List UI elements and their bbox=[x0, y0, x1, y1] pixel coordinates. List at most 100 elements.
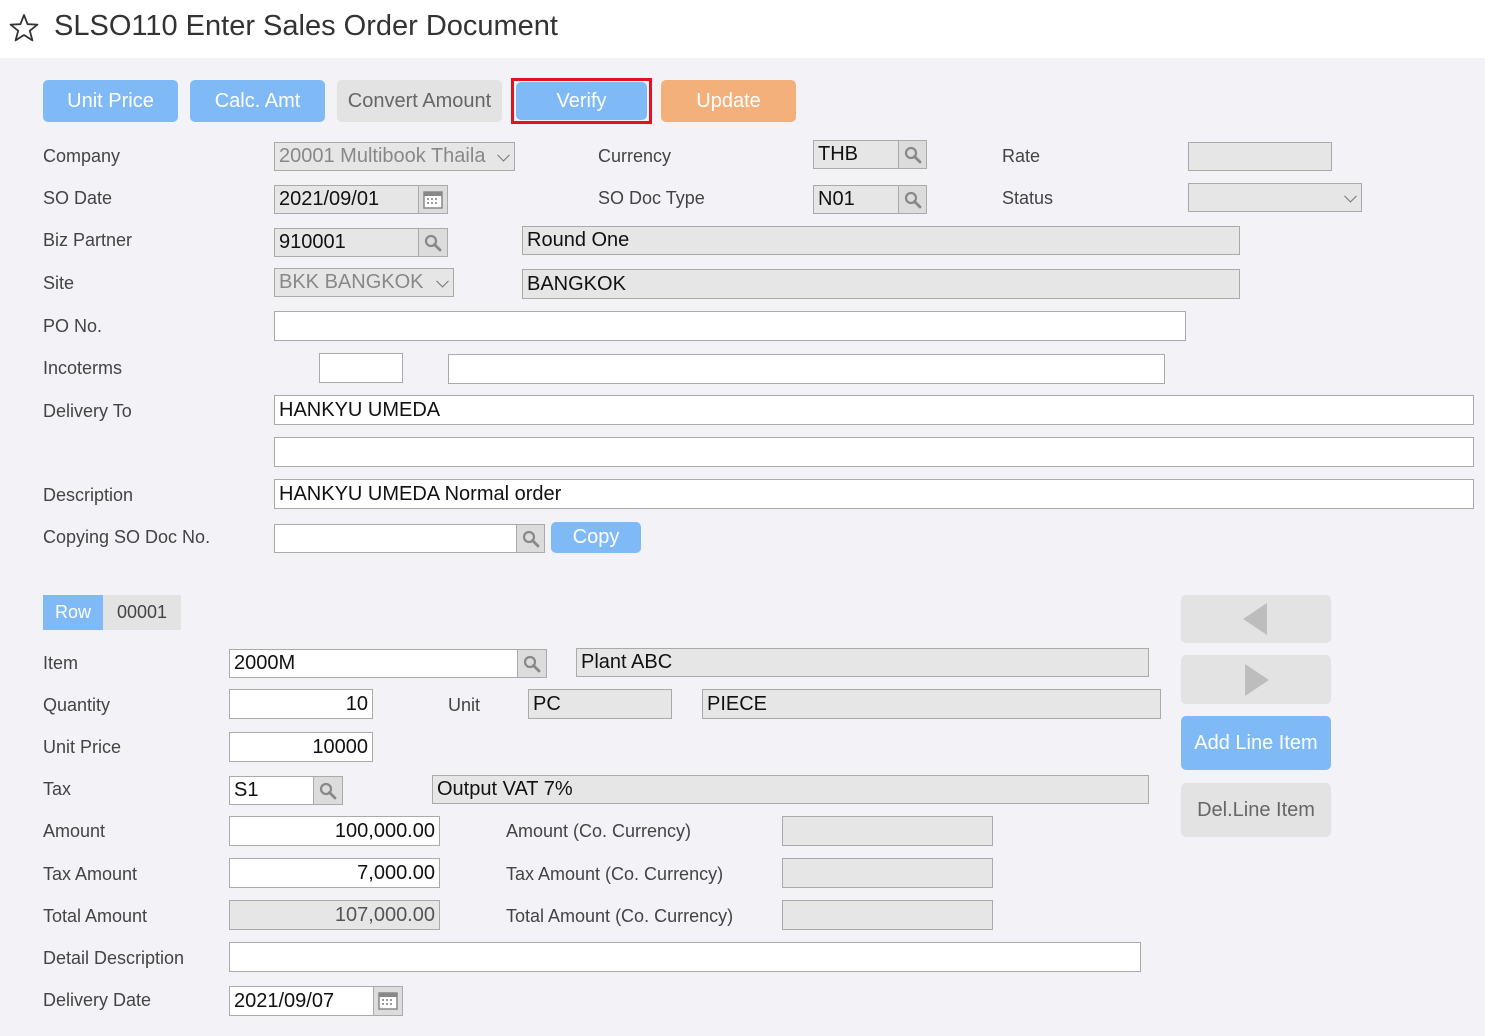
rate-field bbox=[1188, 142, 1332, 171]
quantity-value: 10 bbox=[345, 692, 368, 715]
calendar-icon bbox=[423, 190, 443, 209]
convert-amount-button[interactable]: Convert Amount bbox=[337, 80, 502, 122]
total-amount-co-currency-field bbox=[782, 900, 993, 930]
item-code-value: 2000M bbox=[234, 652, 296, 674]
page-title: SLSO110 Enter Sales Order Document bbox=[54, 10, 558, 42]
row-number: 00001 bbox=[103, 595, 181, 630]
company-select[interactable]: 20001 Multibook Thaila bbox=[274, 142, 515, 171]
previous-row-button[interactable] bbox=[1181, 595, 1331, 643]
total-amount-value: 107,000.00 bbox=[334, 903, 435, 926]
tax-name-value: Output VAT 7% bbox=[437, 778, 573, 800]
copying-so-doc-search-button[interactable] bbox=[516, 524, 545, 553]
tax-name-field: Output VAT 7% bbox=[432, 775, 1149, 804]
unit-code-field: PC bbox=[528, 689, 672, 719]
del-line-item-button[interactable]: Del.Line Item bbox=[1181, 783, 1331, 837]
unit-label: Unit bbox=[448, 695, 481, 715]
amount-co-currency-field bbox=[782, 816, 993, 846]
tax-amount-value: 7,000.00 bbox=[357, 861, 435, 884]
search-icon bbox=[523, 655, 541, 672]
description-input[interactable]: HANKYU UMEDA Normal order bbox=[274, 479, 1474, 509]
currency-search-button[interactable] bbox=[898, 140, 927, 169]
amount-value: 100,000.00 bbox=[334, 819, 435, 842]
tax-code-input[interactable]: S1 bbox=[229, 776, 314, 805]
chevron-down-icon bbox=[497, 148, 510, 162]
po-no-input[interactable] bbox=[274, 311, 1186, 341]
so-date-calendar-button[interactable] bbox=[418, 185, 448, 214]
row-label: Row bbox=[43, 595, 103, 630]
delivery-to-input-1[interactable]: HANKYU UMEDA bbox=[274, 395, 1474, 425]
triangle-left-icon bbox=[1243, 603, 1267, 635]
detail-description-input[interactable] bbox=[229, 942, 1141, 972]
amount-label: Amount bbox=[43, 821, 106, 841]
incoterms-label: Incoterms bbox=[43, 358, 123, 378]
biz-partner-label: Biz Partner bbox=[43, 230, 133, 250]
item-code-input[interactable]: 2000M bbox=[229, 649, 518, 678]
favorite-star-icon[interactable] bbox=[8, 12, 40, 44]
delivery-date-label: Delivery Date bbox=[43, 990, 152, 1010]
search-icon bbox=[904, 146, 921, 163]
calendar-icon bbox=[378, 992, 398, 1010]
delivery-date-calendar-button[interactable] bbox=[373, 986, 403, 1016]
biz-partner-search-button[interactable] bbox=[418, 228, 448, 257]
unit-price-button[interactable]: Unit Price bbox=[43, 80, 178, 122]
so-doc-type-field-value: N01 bbox=[818, 188, 855, 210]
delivery-to-input-2[interactable] bbox=[274, 437, 1474, 467]
so-date-field[interactable]: 2021/09/01 bbox=[274, 185, 419, 214]
site-select[interactable]: BKK BANGKOK bbox=[274, 268, 454, 297]
so-doc-type-field[interactable]: N01 bbox=[813, 185, 899, 214]
delivery-date-input[interactable]: 2021/09/07 bbox=[229, 986, 374, 1016]
biz-partner-code-field[interactable]: 910001 bbox=[274, 228, 419, 257]
detail-description-label: Detail Description bbox=[43, 948, 185, 968]
currency-field-value: THB bbox=[818, 143, 858, 165]
so-date-field-value: 2021/09/01 bbox=[279, 188, 380, 210]
incoterms-code-input[interactable] bbox=[319, 353, 403, 383]
quantity-label: Quantity bbox=[43, 695, 111, 715]
item-name-value: Plant ABC bbox=[581, 651, 673, 673]
description-label: Description bbox=[43, 485, 134, 505]
site-name-value: BANGKOK bbox=[527, 272, 626, 295]
delivery-to-label: Delivery To bbox=[43, 401, 132, 421]
currency-label: Currency bbox=[598, 146, 672, 166]
next-row-button[interactable] bbox=[1181, 655, 1331, 704]
status-label: Status bbox=[1002, 188, 1054, 208]
amount-co-currency-label: Amount (Co. Currency) bbox=[506, 821, 692, 841]
so-doc-type-label: SO Doc Type bbox=[598, 188, 705, 208]
add-line-item-button[interactable]: Add Line Item bbox=[1181, 716, 1331, 770]
copying-so-doc-label: Copying SO Doc No. bbox=[43, 527, 211, 547]
biz-partner-name-field: Round One bbox=[522, 226, 1240, 255]
copying-so-doc-input[interactable] bbox=[274, 524, 517, 553]
unit-price-value: 10000 bbox=[312, 735, 368, 758]
unit-name-value: PIECE bbox=[707, 692, 768, 715]
calc-amt-button[interactable]: Calc. Amt bbox=[190, 80, 325, 122]
item-search-button[interactable] bbox=[517, 649, 547, 678]
amount-input[interactable]: 100,000.00 bbox=[229, 816, 440, 846]
site-label: Site bbox=[43, 273, 75, 293]
site-select-value: BKK BANGKOK bbox=[279, 271, 424, 293]
po-no-label: PO No. bbox=[43, 316, 103, 336]
quantity-input[interactable]: 10 bbox=[229, 689, 373, 719]
update-button[interactable]: Update bbox=[661, 80, 796, 122]
unit-code-value: PC bbox=[533, 692, 561, 715]
chevron-down-icon bbox=[436, 274, 449, 288]
tax-amount-label: Tax Amount bbox=[43, 864, 138, 884]
tax-amount-input[interactable]: 7,000.00 bbox=[229, 858, 440, 888]
search-icon bbox=[319, 782, 337, 799]
site-name-field: BANGKOK bbox=[522, 269, 1240, 299]
incoterms-desc-input[interactable] bbox=[448, 354, 1165, 384]
verify-button[interactable]: Verify bbox=[516, 82, 647, 120]
total-amount-label: Total Amount bbox=[43, 906, 148, 926]
tax-amount-co-currency-field bbox=[782, 858, 993, 888]
status-select[interactable] bbox=[1188, 183, 1362, 212]
unit-price-input[interactable]: 10000 bbox=[229, 732, 373, 762]
tax-search-button[interactable] bbox=[313, 776, 343, 805]
search-icon bbox=[904, 191, 921, 208]
search-icon bbox=[522, 530, 539, 547]
so-doc-type-search-button[interactable] bbox=[898, 185, 927, 214]
search-icon bbox=[424, 234, 442, 251]
rate-label: Rate bbox=[1002, 146, 1041, 166]
currency-field[interactable]: THB bbox=[813, 140, 899, 169]
copy-button[interactable]: Copy bbox=[551, 522, 641, 553]
total-amount-field: 107,000.00 bbox=[229, 900, 440, 930]
description-value: HANKYU UMEDA Normal order bbox=[279, 482, 562, 505]
so-date-label: SO Date bbox=[43, 188, 113, 208]
